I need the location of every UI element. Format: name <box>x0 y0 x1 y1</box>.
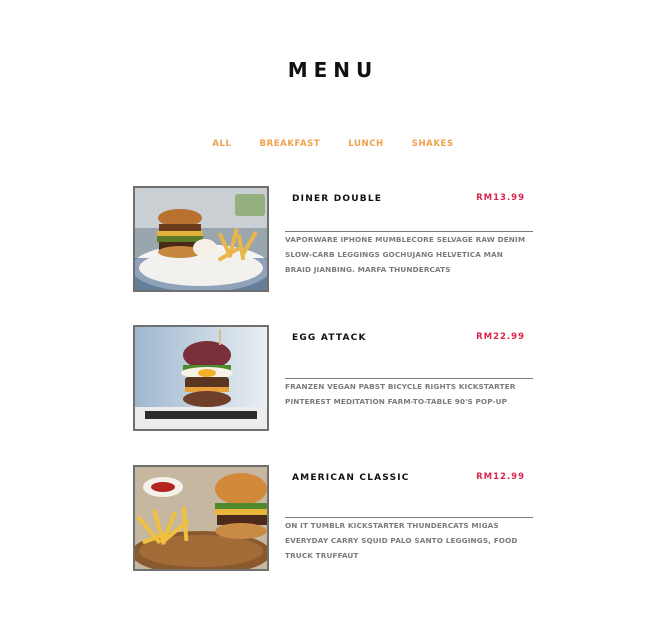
item-name: EGG ATTACK <box>292 333 367 343</box>
item-price: RM13.99 <box>476 193 525 203</box>
item-name: DINER DOUBLE <box>292 194 383 204</box>
egg-burger-photo <box>133 325 269 431</box>
page-title: MENU <box>287 58 379 82</box>
tab-shakes[interactable]: SHAKES <box>412 139 454 149</box>
item-price: RM12.99 <box>476 472 525 482</box>
tab-breakfast[interactable]: BREAKFAST <box>260 139 321 149</box>
item-name: AMERICAN CLASSIC <box>292 473 410 483</box>
classic-burger-photo <box>133 465 269 571</box>
menu-filter-tabs: ALL BREAKFAST LUNCH SHAKES <box>0 139 666 149</box>
menu-item-diner-double: DINER DOUBLE RM13.99 VAPORWARE IPHONE MU… <box>133 186 533 296</box>
tab-all[interactable]: ALL <box>212 139 231 149</box>
item-price: RM22.99 <box>476 332 525 342</box>
burger-fries-photo <box>133 186 269 292</box>
tab-lunch[interactable]: LUNCH <box>348 139 383 149</box>
item-description: ON IT TUMBLR KICKSTARTER THUNDERCATS MIG… <box>285 521 518 560</box>
item-description: VAPORWARE IPHONE MUMBLECORE SELVAGE RAW … <box>285 235 526 274</box>
menu-item-egg-attack: EGG ATTACK RM22.99 FRANZEN VEGAN PABST B… <box>133 325 533 435</box>
menu-item-american-classic: AMERICAN CLASSIC RM12.99 ON IT TUMBLR KI… <box>133 465 533 575</box>
item-description: FRANZEN VEGAN PABST BICYCLE RIGHTS KICKS… <box>285 382 516 406</box>
